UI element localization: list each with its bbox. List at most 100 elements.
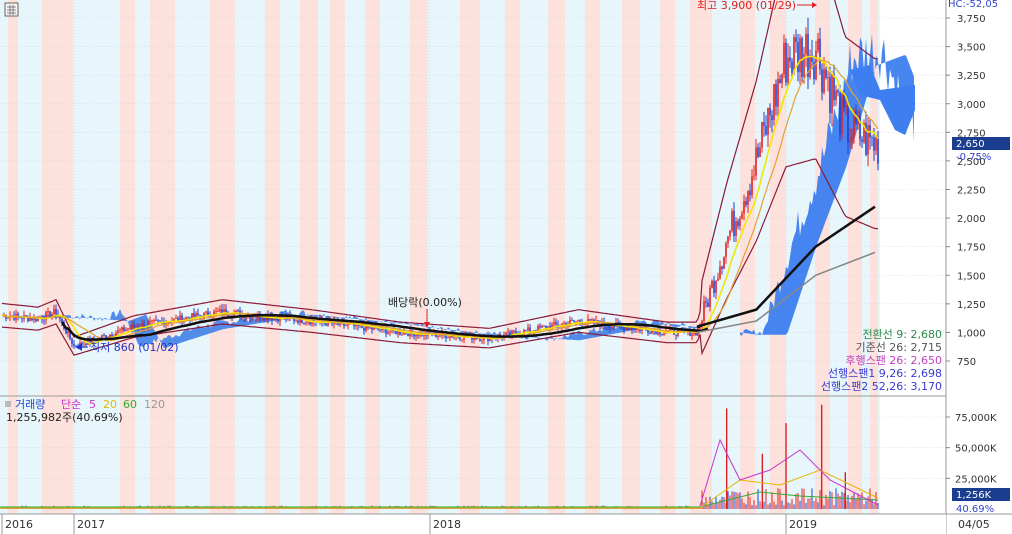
candle-body [111, 334, 113, 337]
band-up-10 [460, 0, 480, 514]
candle-body [589, 319, 591, 321]
candle-body [157, 320, 159, 322]
stock-chart: 3,7503,5003,2503,0002,7502,5002,2502,000… [0, 0, 1012, 534]
candle-body [725, 243, 727, 257]
candle-body [527, 327, 529, 331]
candle-body [701, 321, 703, 325]
candle-body [109, 334, 111, 337]
price-tick-label: 3,500 [957, 43, 986, 54]
price-tick-label: 750 [957, 357, 976, 368]
candle-body [741, 213, 743, 219]
candle-body [729, 230, 731, 237]
candle-body [101, 335, 103, 339]
candle-body [185, 317, 187, 320]
candle-body [733, 210, 735, 236]
candle-body [839, 92, 841, 135]
candle-body [505, 332, 507, 335]
candle-body [49, 311, 51, 318]
candle-body [481, 340, 483, 341]
top-right-label: HC:-52,05 [948, 0, 998, 10]
candle-body [103, 335, 105, 337]
candle-body [263, 318, 265, 321]
candle-body [71, 338, 73, 345]
candle-body [83, 343, 85, 345]
price-tick-label: 2,250 [957, 186, 986, 197]
candle-body [227, 314, 229, 317]
candle-body [309, 322, 311, 325]
candle-body [129, 328, 131, 330]
candle-body [799, 38, 801, 73]
candle-body [47, 311, 49, 313]
volume-ma-120: 120 [144, 398, 165, 411]
candle-body [819, 38, 821, 70]
band-up-8 [365, 0, 380, 514]
band-up-1 [42, 0, 73, 514]
candle-body [85, 343, 87, 345]
candle-body [817, 38, 819, 51]
candle-body [525, 329, 527, 331]
candle-body [347, 324, 349, 326]
candle-body [739, 218, 741, 227]
low-label: 최저 860 (01/02) [90, 341, 179, 354]
candle-body [875, 137, 877, 151]
candle-body [769, 107, 771, 116]
candle-body [761, 122, 763, 148]
candle-body [629, 327, 631, 330]
candle-body [841, 93, 843, 135]
candle-body [543, 325, 545, 327]
candle-body [751, 176, 753, 196]
candle-body [731, 210, 733, 231]
candle-body [117, 330, 119, 333]
high-label: 최고 3,900 (01/29) [697, 0, 796, 12]
candle-body [789, 57, 791, 62]
candle-body [745, 201, 747, 205]
candle-body [193, 313, 195, 317]
candle-body [735, 221, 737, 236]
candle-body [7, 317, 9, 319]
legend-conversion-line: 전환선 9: 2,680 [862, 328, 942, 341]
candle-body [237, 310, 239, 312]
candle-body [809, 55, 811, 78]
candle-body [781, 74, 783, 83]
candle-body [387, 331, 389, 334]
candle-body [371, 327, 373, 330]
candle-body [607, 326, 609, 328]
candle-body [613, 326, 615, 328]
candle-body [575, 321, 577, 323]
candle-body [205, 311, 207, 313]
candle-body [777, 79, 779, 107]
candle-body [195, 313, 197, 317]
candle-body [791, 61, 793, 73]
candle-body [877, 137, 879, 164]
price-tick-label: 2,000 [957, 214, 986, 225]
candle-body [775, 84, 777, 107]
candle-body [345, 325, 347, 327]
candle-body [219, 309, 221, 312]
candle-body [53, 308, 55, 314]
candle-body [571, 320, 573, 321]
candle-body [61, 319, 63, 322]
dividend-label: 배당락(0.00%) [388, 296, 462, 309]
candle-body [401, 334, 403, 336]
grid-icon[interactable] [4, 2, 19, 17]
candle-body [297, 320, 299, 323]
price-tick-label: 1,750 [957, 243, 986, 254]
candle-body [307, 322, 309, 323]
candle-body [705, 301, 707, 303]
candle-body [749, 190, 751, 196]
candle-body [363, 327, 365, 331]
candle-body [635, 328, 637, 330]
time-tick-label: 2019 [789, 518, 817, 531]
band-up-2 [120, 0, 135, 514]
candle-body [711, 280, 713, 288]
candle-body [507, 331, 509, 333]
candle-body [29, 317, 31, 322]
legend-base-line: 기준선 26: 2,715 [855, 341, 942, 354]
candle-body [707, 302, 709, 307]
band-up-7 [330, 0, 345, 514]
candle-body [119, 330, 121, 331]
candle-body [175, 317, 177, 319]
candle-body [197, 313, 199, 316]
candle-body [655, 330, 657, 335]
candle-body [515, 331, 517, 334]
